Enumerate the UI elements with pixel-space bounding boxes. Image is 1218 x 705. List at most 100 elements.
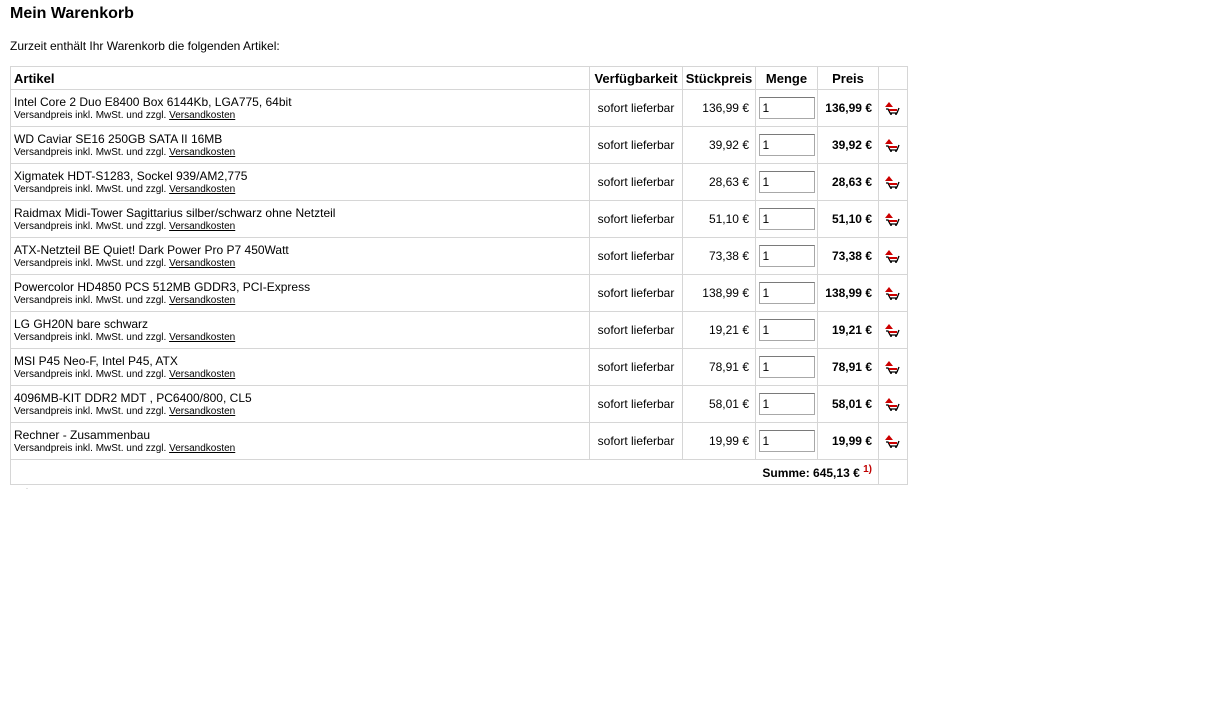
quantity-input[interactable]: [758, 245, 815, 267]
item-availability: sofort lieferbar: [589, 274, 683, 312]
item-name[interactable]: Powercolor HD4850 PCS 512MB GDDR3, PCI-E…: [14, 280, 589, 294]
item-name[interactable]: WD Caviar SE16 250GB SATA II 16MB: [14, 132, 589, 146]
remove-from-cart-icon[interactable]: [885, 101, 901, 116]
cart-header-row: Artikel Verfügbarkeit Stückpreis Menge P…: [10, 66, 908, 90]
item-quantity-cell: [755, 126, 818, 164]
cart-table: Artikel Verfügbarkeit Stückpreis Menge P…: [10, 66, 908, 485]
shipping-costs-link[interactable]: Versandkosten: [169, 406, 235, 417]
item-quantity-cell: [755, 311, 818, 349]
shipping-note-text: Versandpreis inkl. MwSt. und zzgl.: [14, 368, 167, 380]
item-unit-price: 136,99 €: [682, 89, 756, 127]
item-delete-cell: [878, 89, 908, 127]
shipping-costs-link[interactable]: Versandkosten: [169, 369, 235, 380]
cart-item-row: ATX-Netzteil BE Quiet! Dark Power Pro P7…: [10, 237, 908, 275]
item-name[interactable]: LG GH20N bare schwarz: [14, 317, 589, 331]
item-shipping-note: Versandpreis inkl. MwSt. und zzgl. Versa…: [14, 146, 589, 159]
quantity-input[interactable]: [758, 97, 815, 119]
remove-from-cart-icon[interactable]: [885, 323, 901, 338]
quantity-input[interactable]: [758, 134, 815, 156]
item-delete-cell: [878, 126, 908, 164]
quantity-input[interactable]: [758, 171, 815, 193]
item-name[interactable]: Raidmax Midi-Tower Sagittarius silber/sc…: [14, 206, 589, 220]
quantity-input[interactable]: [758, 356, 815, 378]
shipping-costs-link[interactable]: Versandkosten: [169, 110, 235, 121]
item-name[interactable]: MSI P45 Neo-F, Intel P45, ATX: [14, 354, 589, 368]
item-delete-cell: [878, 348, 908, 386]
quantity-input[interactable]: [758, 393, 815, 415]
item-article-cell: Xigmatek HDT-S1283, Sockel 939/AM2,775 Ve…: [10, 163, 590, 201]
item-quantity-cell: [755, 237, 818, 275]
header-unit-price: Stückpreis: [682, 66, 756, 90]
item-availability: sofort lieferbar: [589, 422, 683, 460]
remove-from-cart-icon[interactable]: [885, 175, 901, 190]
quantity-input[interactable]: [758, 208, 815, 230]
item-name[interactable]: Intel Core 2 Duo E8400 Box 6144Kb, LGA77…: [14, 95, 589, 109]
item-shipping-note: Versandpreis inkl. MwSt. und zzgl. Versa…: [14, 257, 589, 270]
item-name[interactable]: ATX-Netzteil BE Quiet! Dark Power Pro P7…: [14, 243, 589, 257]
shipping-costs-link[interactable]: Versandkosten: [169, 184, 235, 195]
item-delete-cell: [878, 200, 908, 238]
quantity-input[interactable]: [758, 430, 815, 452]
item-availability: sofort lieferbar: [589, 385, 683, 423]
remove-from-cart-icon[interactable]: [885, 360, 901, 375]
item-article-cell: Raidmax Midi-Tower Sagittarius silber/sc…: [10, 200, 590, 238]
item-shipping-note: Versandpreis inkl. MwSt. und zzgl. Versa…: [14, 368, 589, 381]
shipping-costs-link[interactable]: Versandkosten: [169, 147, 235, 158]
item-unit-price: 51,10 €: [682, 200, 756, 238]
cart-intro-text: Zurzeit enthält Ihr Warenkorb die folgen…: [10, 39, 280, 53]
remove-from-cart-icon[interactable]: [885, 434, 901, 449]
item-availability: sofort lieferbar: [589, 89, 683, 127]
item-availability: sofort lieferbar: [589, 311, 683, 349]
item-name[interactable]: Xigmatek HDT-S1283, Sockel 939/AM2,775: [14, 169, 589, 183]
quantity-input[interactable]: [758, 282, 815, 304]
item-delete-cell: [878, 311, 908, 349]
item-delete-cell: [878, 274, 908, 312]
shipping-note-text: Versandpreis inkl. MwSt. und zzgl.: [14, 109, 167, 121]
item-shipping-note: Versandpreis inkl. MwSt. und zzgl. Versa…: [14, 442, 589, 455]
item-name[interactable]: 4096MB-KIT DDR2 MDT , PC6400/800, CL5: [14, 391, 589, 405]
item-article-cell: WD Caviar SE16 250GB SATA II 16MB Versand…: [10, 126, 590, 164]
item-quantity-cell: [755, 89, 818, 127]
shipping-costs-link[interactable]: Versandkosten: [169, 258, 235, 269]
item-availability: sofort lieferbar: [589, 348, 683, 386]
quantity-input[interactable]: [758, 319, 815, 341]
total-label: Summe: 645,13 €: [762, 466, 860, 480]
item-quantity-cell: [755, 200, 818, 238]
page-title: Mein Warenkorb: [10, 5, 134, 22]
item-name[interactable]: Rechner - Zusammenbau: [14, 428, 589, 442]
shipping-costs-link[interactable]: Versandkosten: [169, 332, 235, 343]
item-shipping-note: Versandpreis inkl. MwSt. und zzgl. Versa…: [14, 183, 589, 196]
item-price: 136,99 €: [817, 89, 879, 127]
remove-from-cart-icon[interactable]: [885, 397, 901, 412]
cart-item-row: Rechner - Zusammenbau Versandpreis inkl. …: [10, 422, 908, 460]
remove-from-cart-icon[interactable]: [885, 286, 901, 301]
cart-item-row: Raidmax Midi-Tower Sagittarius silber/sc…: [10, 200, 908, 238]
shipping-costs-link[interactable]: Versandkosten: [169, 443, 235, 454]
item-unit-price: 78,91 €: [682, 348, 756, 386]
shipping-note-text: Versandpreis inkl. MwSt. und zzgl.: [14, 442, 167, 454]
item-delete-cell: [878, 422, 908, 460]
item-price: 51,10 €: [817, 200, 879, 238]
shipping-note-text: Versandpreis inkl. MwSt. und zzgl.: [14, 220, 167, 232]
item-quantity-cell: [755, 348, 818, 386]
item-article-cell: 4096MB-KIT DDR2 MDT , PC6400/800, CL5 Ver…: [10, 385, 590, 423]
shipping-costs-link[interactable]: Versandkosten: [169, 295, 235, 306]
item-unit-price: 39,92 €: [682, 126, 756, 164]
item-price: 138,99 €: [817, 274, 879, 312]
remove-from-cart-icon[interactable]: [885, 212, 901, 227]
cart-item-row: LG GH20N bare schwarz Versandpreis inkl. …: [10, 311, 908, 349]
item-shipping-note: Versandpreis inkl. MwSt. und zzgl. Versa…: [14, 220, 589, 233]
remove-from-cart-icon[interactable]: [885, 138, 901, 153]
cart-item-row: Xigmatek HDT-S1283, Sockel 939/AM2,775 Ve…: [10, 163, 908, 201]
item-quantity-cell: [755, 163, 818, 201]
shipping-note-text: Versandpreis inkl. MwSt. und zzgl.: [14, 257, 167, 269]
item-price: 73,38 €: [817, 237, 879, 275]
item-availability: sofort lieferbar: [589, 200, 683, 238]
cart-item-row: WD Caviar SE16 250GB SATA II 16MB Versand…: [10, 126, 908, 164]
item-shipping-note: Versandpreis inkl. MwSt. und zzgl. Versa…: [14, 331, 589, 344]
item-unit-price: 58,01 €: [682, 385, 756, 423]
remove-from-cart-icon[interactable]: [885, 249, 901, 264]
cart-item-row: Powercolor HD4850 PCS 512MB GDDR3, PCI-E…: [10, 274, 908, 312]
shipping-costs-link[interactable]: Versandkosten: [169, 221, 235, 232]
header-delete: [878, 66, 908, 90]
